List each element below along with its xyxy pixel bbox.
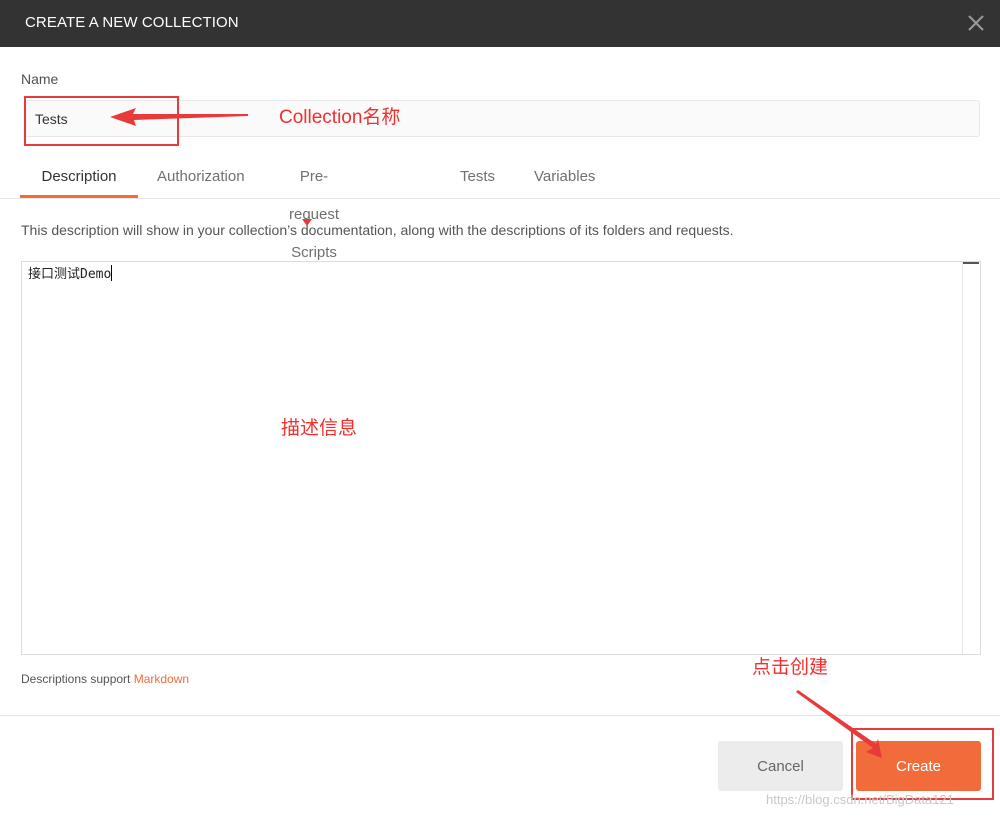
scroll-thumb[interactable]	[963, 262, 979, 264]
description-help-text: This description will show in your colle…	[21, 222, 734, 238]
cancel-button[interactable]: Cancel	[718, 741, 843, 791]
annotation-box-name	[24, 96, 179, 146]
annotation-box-create	[851, 728, 994, 800]
tab-variables[interactable]: Variables	[534, 158, 595, 196]
scrollbar[interactable]	[962, 262, 980, 654]
text-caret	[111, 265, 113, 281]
name-label: Name	[21, 71, 59, 87]
tab-tests[interactable]: Tests	[460, 158, 495, 196]
tabs-divider	[0, 198, 1000, 199]
tab-pre-request-scripts[interactable]: Pre-request Scripts	[289, 158, 339, 261]
description-content: 接口测试Demo	[28, 265, 113, 282]
annotation-create: 点击创建	[752, 657, 829, 678]
dialog-header: CREATE A NEW COLLECTION	[0, 0, 1000, 47]
markdown-note: Descriptions support Markdown	[21, 672, 190, 686]
annotation-name: Collection名称	[279, 107, 401, 128]
watermark: https://blog.csdn.net/BigData121	[766, 792, 954, 807]
tab-description[interactable]: Description	[20, 158, 138, 196]
tab-authorization[interactable]: Authorization	[157, 158, 245, 196]
markdown-link[interactable]: Markdown	[134, 672, 189, 686]
footer-divider	[0, 715, 1000, 716]
annotation-description: 描述信息	[281, 418, 358, 439]
description-textarea[interactable]: 接口测试Demo	[21, 261, 981, 655]
close-icon[interactable]	[964, 11, 988, 35]
dialog-title: CREATE A NEW COLLECTION	[25, 14, 239, 31]
